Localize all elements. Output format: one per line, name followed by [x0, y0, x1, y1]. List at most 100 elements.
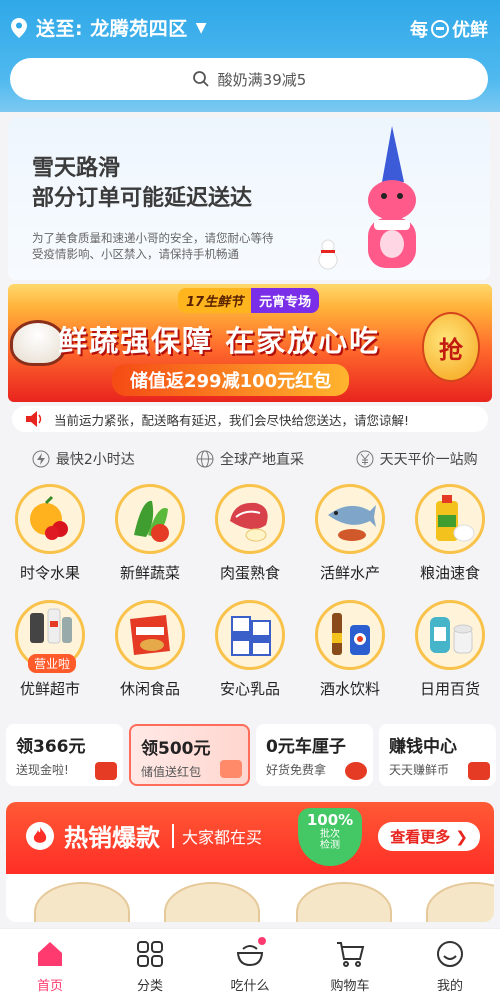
tab-profile[interactable]: 我的 [400, 929, 500, 1006]
category-fruit[interactable]: 时令水果 [0, 484, 100, 589]
promo-subline: 储值返299减100元红包 [112, 364, 350, 396]
feature-fast-delivery: 最快2小时达 [0, 446, 167, 472]
tab-home[interactable]: 首页 [0, 929, 100, 1006]
tab-cart[interactable]: 购物车 [300, 929, 400, 1006]
lightning-icon [32, 450, 50, 468]
card-stored-value[interactable]: 领500元 储值送红包 [129, 724, 250, 786]
card-free-cherries[interactable]: 0元车厘子 好货免费拿 [256, 724, 373, 786]
promo-tag: 17生鲜节 元宵专场 [178, 288, 320, 313]
tab-label: 吃什么 [230, 979, 270, 994]
feature-label: 天天平价一站购 [379, 452, 478, 468]
category-vegetable[interactable]: 新鲜蔬菜 [100, 484, 200, 589]
chevron-down-icon: ▼ [195, 19, 207, 36]
promo-tag-special: 元宵专场 [251, 288, 320, 313]
location-label: 送至: 龙腾苑四区 [36, 18, 188, 40]
daily-goods-icon [415, 600, 485, 670]
hot-title: 热销爆款 [64, 824, 160, 852]
category-label: 肉蛋熟食 [219, 564, 280, 582]
search-icon [192, 71, 209, 87]
product-carrot[interactable] [164, 882, 260, 922]
grain-oil-icon [415, 484, 485, 554]
category-label: 日用百货 [419, 680, 480, 698]
delivery-location[interactable]: 送至: 龙腾苑四区 ▼ [10, 14, 207, 41]
vegetable-icon [115, 484, 185, 554]
notification-dot [258, 937, 266, 945]
category-grain-oil[interactable]: 粮油速食 [400, 484, 500, 589]
feature-global-sourcing: 全球产地直采 [167, 446, 334, 472]
fruit-icon [15, 484, 85, 554]
drinks-icon [315, 600, 385, 670]
search-bar[interactable]: 酸奶满39减5 [10, 58, 488, 100]
category-grid: 时令水果 新鲜蔬菜 肉蛋熟食 活鲜水产 粮油速食 优鲜超市 休闲食品 安心乳品 … [0, 484, 500, 704]
globe-icon [196, 450, 214, 468]
promo-headline: 鲜蔬强保障 在家放心吃 [58, 324, 381, 358]
flame-icon [26, 822, 54, 850]
brand-logo-right: 优鲜 [452, 20, 488, 41]
tab-label: 首页 [36, 979, 63, 994]
weather-notice-banner[interactable]: 雪天路滑 部分订单可能延迟送达 为了美食质量和速递小哥的安全，请您耐心等待 受疫… [8, 118, 490, 280]
category-seafood[interactable]: 活鲜水产 [300, 484, 400, 589]
feature-low-price: 天天平价一站购 [333, 446, 500, 472]
card-title: 0元车厘子 [266, 737, 346, 757]
top-header: 送至: 龙腾苑四区 ▼ 每 优鲜 酸奶满39减5 [0, 0, 500, 112]
tab-what-to-eat[interactable]: 吃什么 [200, 929, 300, 1006]
home-icon [38, 942, 62, 966]
card-earn-center[interactable]: 赚钱中心 天天赚鲜币 [379, 724, 496, 786]
tab-label: 我的 [436, 979, 463, 994]
category-label: 时令水果 [19, 564, 80, 582]
category-label: 新鲜蔬菜 [119, 564, 180, 582]
meat-icon [215, 484, 285, 554]
card-title: 领366元 [16, 737, 86, 757]
feature-label: 最快2小时达 [55, 452, 135, 468]
yen-coin-icon [220, 760, 242, 778]
mascot-bear-icon [368, 126, 416, 268]
location-pin-icon [10, 17, 28, 39]
feature-label: 全球产地直采 [220, 452, 304, 468]
category-label: 酒水饮料 [319, 680, 380, 698]
red-envelope-icon [95, 762, 117, 780]
card-title: 赚钱中心 [389, 737, 457, 757]
category-label: 休闲食品 [119, 680, 180, 698]
search-placeholder: 酸奶满39减5 [217, 70, 307, 89]
category-meat[interactable]: 肉蛋熟食 [200, 484, 300, 589]
hot-product-row [6, 874, 494, 922]
category-label: 活鲜水产 [319, 564, 380, 582]
category-daily-goods[interactable]: 日用百货 [400, 600, 500, 705]
category-drinks[interactable]: 酒水饮料 [300, 600, 400, 705]
open-badge: 营业啦 [28, 654, 77, 673]
yen-icon [356, 450, 374, 468]
speaker-icon [26, 411, 42, 427]
hot-subtitle: 大家都在买 [172, 824, 262, 848]
card-cash[interactable]: 领366元 送现金啦! [6, 724, 123, 786]
product-mushroom[interactable] [426, 882, 494, 922]
product-greens[interactable] [296, 882, 392, 922]
tab-category[interactable]: 分类 [100, 929, 200, 1006]
card-title: 领500元 [141, 739, 211, 759]
shield-line2: 检测 [320, 839, 340, 851]
brand-logo: 每 优鲜 [410, 16, 488, 42]
service-features: 最快2小时达 全球产地直采 天天平价一站购 [0, 446, 500, 472]
profile-icon [437, 941, 463, 967]
bottom-tab-bar: 首页 分类 吃什么 购物车 我的 [0, 928, 500, 1006]
product-cucumber[interactable] [34, 882, 130, 922]
tab-label: 购物车 [330, 979, 370, 994]
cart-icon [337, 942, 365, 967]
notice-title: 雪天路滑 [32, 156, 121, 181]
seafood-icon [315, 484, 385, 554]
snowman-icon [318, 239, 338, 270]
category-label: 优鲜超市 [19, 680, 80, 698]
category-snack[interactable]: 休闲食品 [100, 600, 200, 705]
view-more-button[interactable]: 查看更多 ❯ [378, 822, 480, 851]
category-label: 粮油速食 [419, 564, 480, 582]
coin-envelope-icon [468, 762, 490, 780]
notice-detail-2: 受疫情影响、小区禁入，请保持手机畅通 [32, 247, 239, 261]
promo-banner[interactable]: 17生鲜节 元宵专场 鲜蔬强保障 在家放心吃 储值返299减100元红包 抢 [8, 284, 492, 402]
category-supermarket[interactable]: 优鲜超市 [0, 600, 100, 705]
promo-tag-festival: 17生鲜节 [178, 288, 252, 313]
category-dairy[interactable]: 安心乳品 [200, 600, 300, 705]
view-more-label: 查看更多 [390, 828, 451, 846]
grab-lantern-button[interactable]: 抢 [422, 312, 480, 382]
shield-line1: 批次 [320, 828, 340, 840]
zero-badge-icon [345, 762, 367, 780]
notice-subtitle: 部分订单可能延迟送达 [32, 186, 253, 211]
